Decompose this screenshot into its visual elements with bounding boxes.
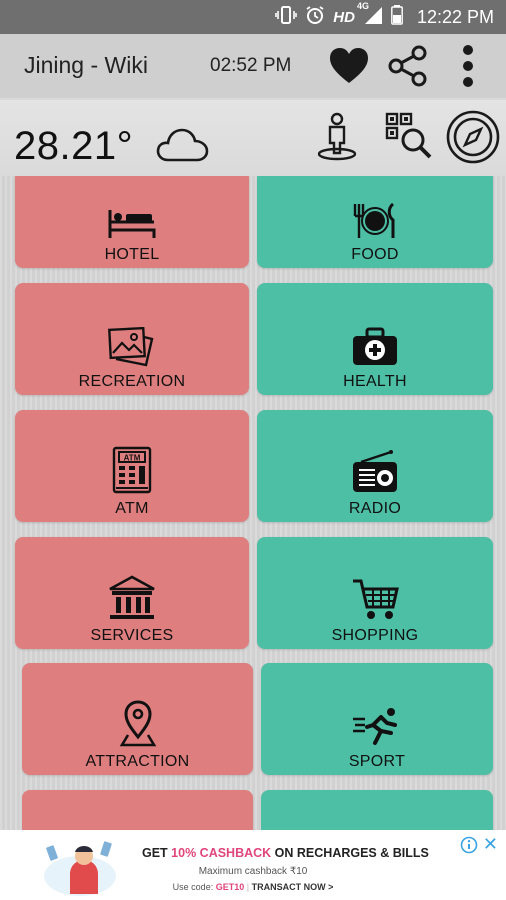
temperature: 28.21° — [14, 124, 134, 168]
bank-icon — [109, 575, 155, 619]
overflow-menu-icon — [463, 45, 473, 87]
status-bar: HD 4G 12:22 PM — [0, 0, 506, 34]
tile-partial-left[interactable] — [22, 790, 253, 830]
fork-knife-icon — [353, 202, 395, 238]
tile-label: FOOD — [351, 246, 399, 263]
medkit-icon — [353, 327, 397, 365]
tile-label: RECREATION — [78, 373, 186, 390]
app-title: Jining - Wiki — [24, 52, 148, 78]
tile-label: RADIO — [348, 500, 402, 517]
radio-icon — [353, 450, 397, 492]
tile-shopping[interactable]: SHOPPING — [257, 537, 493, 649]
category-grid: HOTEL FOOD RECREATION HEALTH ATM ATM RAD… — [0, 176, 506, 830]
qr-search-button[interactable] — [385, 112, 433, 165]
tile-partial-right[interactable] — [261, 790, 493, 830]
map-pin-icon — [119, 700, 156, 747]
cart-icon — [353, 579, 399, 619]
tile-hotel[interactable]: HOTEL — [15, 176, 249, 268]
tile-label: HEALTH — [343, 373, 407, 390]
compass-icon — [446, 110, 500, 164]
tile-services[interactable]: SERVICES — [15, 537, 249, 649]
app-clock: 02:52 PM — [210, 55, 292, 76]
ad-code-line: Use code: GET10 | TRANSACT NOW > — [172, 882, 334, 892]
vibrate-icon — [275, 5, 298, 29]
pictures-icon — [108, 327, 154, 367]
overflow-menu-button[interactable] — [444, 42, 492, 90]
atm-icon: ATM — [112, 446, 152, 494]
tile-label: SHOPPING — [331, 627, 419, 644]
ad-code-prefix: Use code: — [172, 882, 216, 892]
heart-icon — [330, 48, 368, 83]
share-button[interactable] — [384, 42, 432, 90]
ad-subline: Maximum cashback ₹10 — [198, 866, 308, 877]
qr-search-icon — [385, 112, 432, 159]
ad-info-icon[interactable] — [460, 836, 478, 854]
tile-label: HOTEL — [104, 246, 160, 263]
status-time: 12:22 PM — [416, 6, 494, 27]
tile-attraction[interactable]: ATTRACTION — [22, 663, 253, 775]
tile-sport[interactable]: SPORT — [261, 663, 493, 775]
runner-icon — [353, 708, 397, 745]
bed-icon — [108, 210, 156, 238]
network-type: 4G — [356, 0, 369, 11]
tile-label: SPORT — [348, 753, 406, 770]
tile-radio[interactable]: RADIO — [257, 410, 493, 522]
weather-bar: 28.21° — [0, 100, 506, 176]
compass-button[interactable] — [446, 110, 500, 169]
cloud-icon — [156, 126, 210, 169]
ad-headline-highlight: 10% CASHBACK — [171, 846, 272, 860]
tile-health[interactable]: HEALTH — [257, 283, 493, 395]
battery-icon — [391, 4, 403, 30]
hd-indicator: HD — [333, 8, 355, 26]
street-view-icon — [317, 112, 357, 161]
app-bar: Jining - Wiki 02:52 PM — [0, 34, 506, 98]
ad-code: GET10 — [215, 882, 245, 892]
tile-label: ATM — [115, 500, 149, 517]
tile-atm[interactable]: ATM ATM — [15, 410, 249, 522]
ad-headline: GET 10% CASHBACK ON RECHARGES & BILLS — [142, 846, 429, 860]
tile-food[interactable]: FOOD — [257, 176, 493, 268]
ad-headline-pre: GET — [142, 846, 172, 860]
tile-recreation[interactable]: RECREATION — [15, 283, 249, 395]
svg-text:ATM: ATM — [124, 454, 141, 463]
share-icon — [388, 45, 427, 87]
ad-headline-post: ON RECHARGES & BILLS — [271, 846, 429, 860]
signal-icon: 4G — [357, 1, 383, 30]
ad-banner[interactable]: GET 10% CASHBACK ON RECHARGES & BILLS Ma… — [0, 830, 506, 900]
favorite-button[interactable] — [325, 42, 373, 90]
street-view-button[interactable] — [316, 112, 358, 167]
alarm-icon — [305, 5, 325, 30]
ad-cta[interactable]: TRANSACT NOW > — [252, 882, 334, 892]
tile-label: ATTRACTION — [85, 753, 190, 770]
ad-close-icon[interactable]: ✕ — [483, 834, 498, 855]
tile-label: SERVICES — [90, 627, 174, 644]
